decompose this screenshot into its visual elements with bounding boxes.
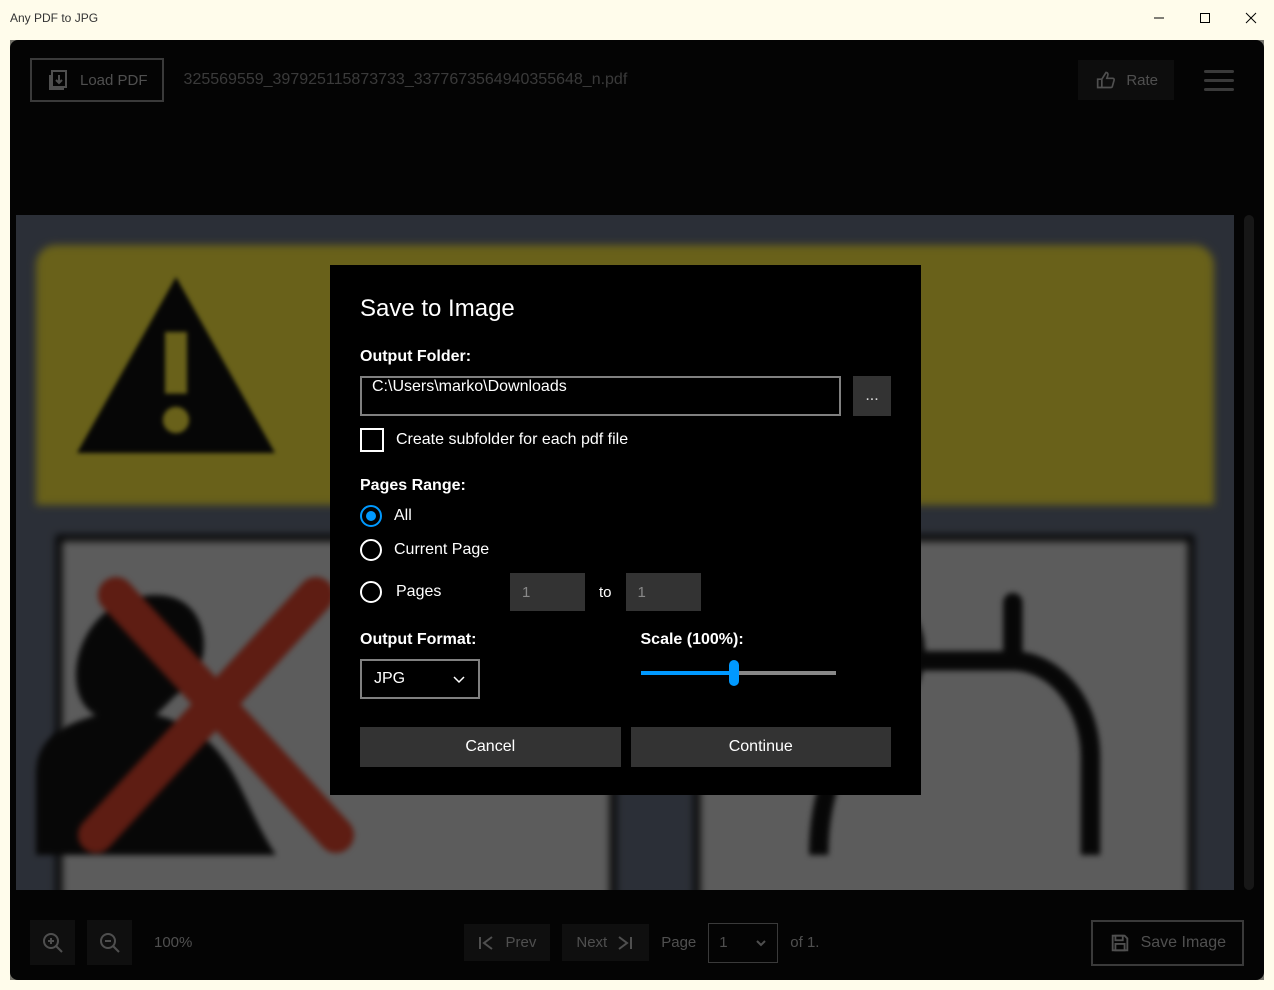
close-button[interactable]: [1228, 3, 1274, 33]
window-controls: [1136, 3, 1274, 33]
continue-button[interactable]: Continue: [631, 727, 892, 767]
create-subfolder-checkbox[interactable]: [360, 428, 384, 452]
output-format-label: Output Format:: [360, 631, 611, 649]
minimize-button[interactable]: [1136, 3, 1182, 33]
browse-button[interactable]: ...: [853, 376, 891, 416]
pages-to-input[interactable]: 1: [626, 573, 701, 611]
app-frame: Load PDF 325569559_397925115873733_33776…: [10, 40, 1264, 980]
radio-all[interactable]: [360, 505, 382, 527]
dialog-title: Save to Image: [360, 295, 891, 323]
output-folder-label: Output Folder:: [360, 348, 891, 366]
output-format-select[interactable]: JPG: [360, 659, 480, 699]
slider-track-inactive: [734, 671, 835, 675]
radio-current-page[interactable]: [360, 539, 382, 561]
pages-from-input[interactable]: 1: [510, 573, 585, 611]
scale-label: Scale (100%):: [641, 631, 892, 649]
slider-thumb[interactable]: [729, 660, 739, 686]
radio-pages[interactable]: [360, 581, 382, 603]
radio-current-label: Current Page: [394, 541, 489, 559]
save-to-image-dialog: Save to Image Output Folder: C:\Users\ma…: [330, 265, 921, 795]
scale-slider[interactable]: [641, 663, 836, 683]
radio-pages-label: Pages: [396, 583, 496, 601]
maximize-button[interactable]: [1182, 3, 1228, 33]
pages-to-label: to: [599, 584, 612, 601]
output-folder-input[interactable]: C:\Users\marko\Downloads: [360, 376, 841, 416]
cancel-button[interactable]: Cancel: [360, 727, 621, 767]
window-titlebar: Any PDF to JPG: [0, 0, 1274, 35]
window-title: Any PDF to JPG: [10, 11, 98, 25]
pages-range-label: Pages Range:: [360, 477, 891, 495]
create-subfolder-label: Create subfolder for each pdf file: [396, 431, 628, 449]
radio-all-label: All: [394, 507, 412, 525]
slider-track-active: [641, 671, 735, 675]
output-format-value: JPG: [374, 670, 405, 688]
